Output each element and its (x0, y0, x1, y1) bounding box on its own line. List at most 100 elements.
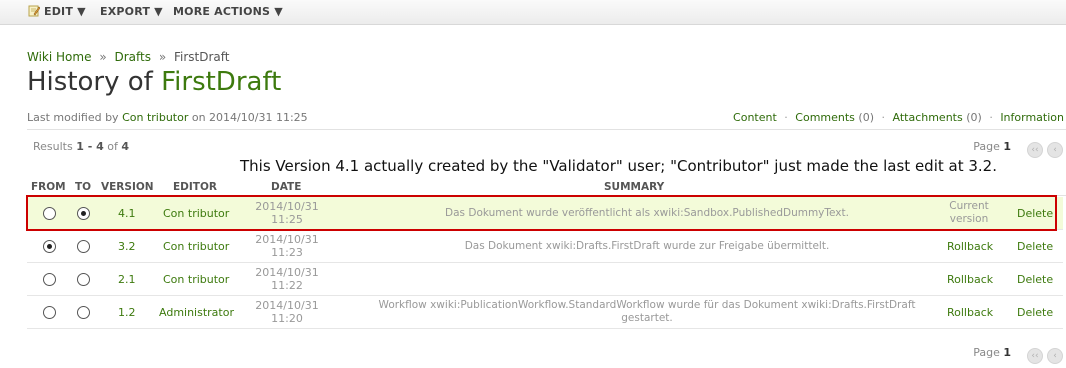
date-line: 2014/10/31 (255, 299, 319, 312)
editor-link[interactable]: Administrator (159, 306, 234, 319)
column-header-from: FROM (31, 181, 66, 193)
to-radio[interactable] (77, 207, 90, 220)
edit-menu-label: EDIT ▼ (44, 5, 86, 18)
rollback-link[interactable]: Rollback (947, 306, 993, 319)
tab-comments[interactable]: Comments (795, 111, 855, 124)
column-header-summary: SUMMARY (604, 181, 665, 193)
last-modified-prefix: Last modified by (27, 111, 119, 124)
version-link[interactable]: 1.2 (118, 306, 136, 319)
next-page-icon[interactable]: ‹ (1047, 348, 1063, 364)
pager-current-page: 1 (1003, 140, 1011, 153)
page-title-prefix: History of (27, 67, 153, 97)
summary-cell: Das Dokument xwiki:Drafts.FirstDraft wur… (357, 240, 937, 253)
version-link[interactable]: 2.1 (118, 273, 136, 286)
comments-count: (0) (858, 111, 874, 124)
results-label: Results (33, 140, 73, 153)
version-link[interactable]: 3.2 (118, 240, 136, 253)
results-range: 1 - 4 (76, 140, 104, 153)
page-title-document-link[interactable]: FirstDraft (161, 67, 281, 97)
summary-line: Das Dokument wurde veröffentlicht als xw… (445, 207, 849, 219)
summary-cell: Das Dokument wurde veröffentlicht als xw… (357, 207, 937, 220)
date-line: 2014/10/31 (255, 200, 319, 213)
date-cell: 2014/10/31 11:20 (252, 299, 322, 325)
editor-link[interactable]: Con tributor (163, 273, 229, 286)
summary-line: Das Dokument xwiki:Drafts.FirstDraft wur… (464, 240, 830, 252)
time-line: 11:23 (271, 246, 303, 259)
annotation-note: This Version 4.1 actually created by the… (240, 157, 997, 175)
export-menu-button[interactable]: EXPORT ▼ (100, 5, 163, 18)
date-line: 2014/10/31 (255, 266, 319, 279)
time-line: 11:25 (271, 213, 303, 226)
tab-separator: · (989, 111, 993, 124)
last-modified-user-link[interactable]: Con tributor (122, 111, 188, 124)
date-cell: 2014/10/31 11:22 (252, 266, 322, 292)
attachments-count: (0) (966, 111, 982, 124)
date-line: 2014/10/31 (255, 233, 319, 246)
rollback-link[interactable]: Rollback (947, 240, 993, 253)
tab-content[interactable]: Content (733, 111, 777, 124)
editor-link[interactable]: Con tributor (163, 207, 229, 220)
to-radio[interactable] (77, 273, 90, 286)
rollback-link[interactable]: Rollback (947, 273, 993, 286)
column-header-version: VERSION (101, 181, 154, 193)
table-row: 1.2 Administrator 2014/10/31 11:20 Workf… (27, 296, 1063, 329)
column-header-to: TO (75, 181, 92, 193)
editor-link[interactable]: Con tributor (163, 240, 229, 253)
breadcrumb-drafts[interactable]: Drafts (114, 50, 151, 64)
table-row: 3.2 Con tributor 2014/10/31 11:23 Das Do… (27, 230, 1063, 263)
breadcrumb-wiki-home[interactable]: Wiki Home (27, 50, 91, 64)
pager-label: Page (973, 346, 1000, 359)
next-page-icon[interactable]: ‹ (1047, 142, 1063, 158)
divider (27, 129, 1066, 130)
delete-link[interactable]: Delete (1017, 207, 1053, 220)
from-radio[interactable] (43, 273, 56, 286)
breadcrumb-separator: » (99, 50, 107, 64)
from-radio[interactable] (43, 306, 56, 319)
delete-link[interactable]: Delete (1017, 273, 1053, 286)
tab-attachments[interactable]: Attachments (893, 111, 963, 124)
results-of: of (107, 140, 118, 153)
breadcrumb-current: FirstDraft (173, 50, 230, 64)
pencil-icon (28, 5, 40, 17)
delete-link[interactable]: Delete (1017, 240, 1053, 253)
results-total: 4 (121, 140, 130, 153)
to-radio[interactable] (77, 240, 90, 253)
summary-line: Workflow xwiki:PublicationWorkflow.Stand… (378, 299, 916, 311)
summary-cell: Workflow xwiki:PublicationWorkflow.Stand… (357, 299, 937, 325)
page-title: History of FirstDraft (27, 67, 281, 97)
breadcrumb: Wiki Home » Drafts » FirstDraft (27, 50, 229, 64)
more-actions-menu-button[interactable]: MORE ACTIONS ▼ (173, 5, 283, 18)
action-toolbar: EDIT ▼ EXPORT ▼ MORE ACTIONS ▼ (0, 0, 1066, 25)
prev-page-icon[interactable]: ‹‹ (1027, 348, 1043, 364)
tab-separator: · (881, 111, 886, 124)
pager-top: Page 1 (973, 140, 1011, 153)
current-version-line1: Current (949, 200, 989, 212)
column-header-editor: EDITOR (173, 181, 217, 193)
delete-link[interactable]: Delete (1017, 306, 1053, 319)
current-version-line2: version (949, 213, 989, 225)
pager-current-page: 1 (1003, 346, 1011, 359)
tab-information[interactable]: Information (1000, 111, 1064, 124)
date-cell: 2014/10/31 11:25 (252, 200, 322, 226)
column-header-date: DATE (271, 181, 302, 193)
document-tabs: Content · Comments (0) · Attachments (0)… (733, 111, 1064, 124)
breadcrumb-separator: » (158, 50, 167, 64)
from-radio[interactable] (43, 207, 56, 220)
tab-separator: · (784, 111, 788, 124)
pager-label: Page (973, 140, 1000, 153)
version-link[interactable]: 4.1 (118, 207, 136, 220)
from-radio[interactable] (43, 240, 56, 253)
time-line: 11:22 (271, 279, 303, 292)
date-cell: 2014/10/31 11:23 (252, 233, 322, 259)
results-summary: Results 1 - 4 of 4 (33, 140, 129, 153)
last-modified-date: on 2014/10/31 11:25 (191, 111, 308, 124)
table-row: 4.1 Con tributor 2014/10/31 11:25 Das Do… (27, 197, 1063, 230)
to-radio[interactable] (77, 306, 90, 319)
pager-bottom: Page 1 (973, 346, 1011, 359)
header-divider (27, 195, 1066, 196)
current-version-label: Current version (939, 200, 999, 226)
last-modified-info: Last modified by Con tributor on 2014/10… (27, 111, 308, 124)
time-line: 11:20 (271, 312, 303, 325)
edit-menu-button[interactable]: EDIT ▼ (28, 5, 86, 18)
prev-page-icon[interactable]: ‹‹ (1027, 142, 1043, 158)
